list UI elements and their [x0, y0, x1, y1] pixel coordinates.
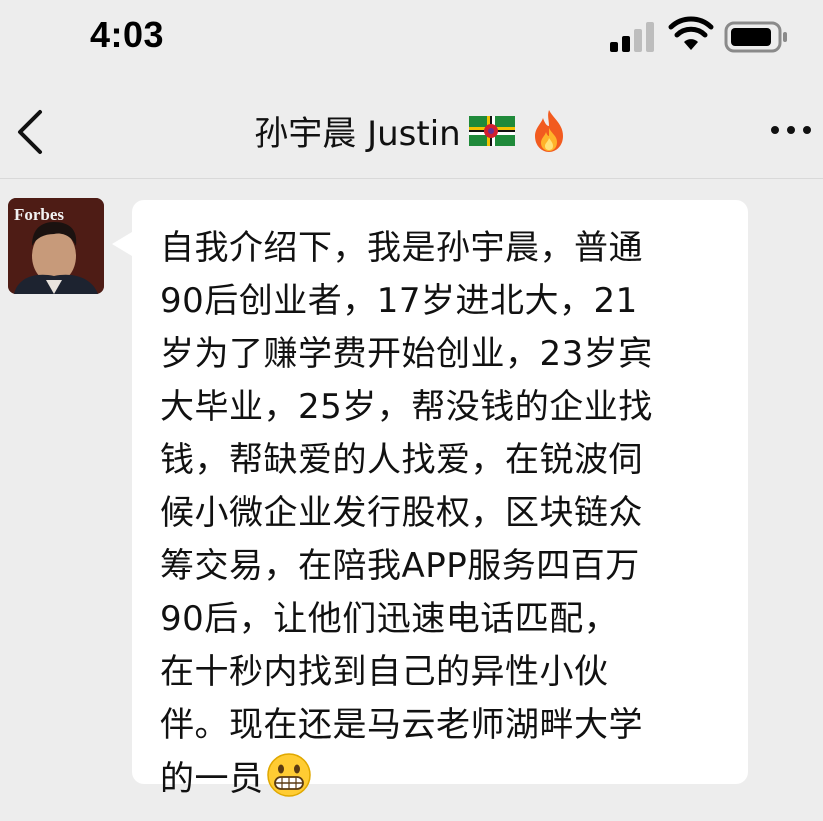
grinning-face-icon: [266, 753, 311, 797]
message-bubble[interactable]: 自我介绍下，我是孙宇晨，普通 90后创业者，17岁进北大，21 岁为了赚学费开始…: [132, 200, 748, 799]
battery-icon: [724, 21, 787, 53]
message-line: 筹交易，在陪我APP服务四百万: [160, 546, 640, 586]
message-line: 的一员: [160, 759, 264, 799]
dominica-flag-icon: [468, 115, 515, 146]
avatar[interactable]: Forbes: [8, 198, 104, 294]
status-bar: 4:03: [0, 0, 823, 80]
message-line: 90后，让他们迅速电话匹配，: [160, 599, 619, 639]
message-line: 钱，帮缺爱的人找爱，在锐波伺: [160, 440, 643, 480]
chat-header: 孙宇晨 Justin: [0, 90, 823, 174]
message-line: 伴。现在还是马云老师湖畔大学: [160, 705, 643, 745]
message-last-line: 的一员: [160, 752, 730, 806]
message-line: 大毕业，25岁，帮没钱的企业找: [160, 387, 653, 427]
message-line: 岁为了赚学费开始创业，23岁宾: [160, 334, 653, 374]
message-line: 90后创业者，17岁进北大，21: [160, 281, 638, 321]
avatar-label: Forbes: [14, 205, 64, 224]
message-text: 自我介绍下，我是孙宇晨，普通 90后创业者，17岁进北大，21 岁为了赚学费开始…: [160, 222, 730, 806]
signal-icon: [610, 22, 654, 52]
status-time: 4:03: [90, 14, 165, 55]
chat-title-text: 孙宇晨 Justin: [254, 114, 461, 154]
wifi-icon: [668, 16, 714, 50]
message-line: 自我介绍下，我是孙宇晨，普通: [160, 228, 643, 268]
message-line: 候小微企业发行股权，区块链众: [160, 493, 643, 533]
more-dots-icon[interactable]: [769, 120, 813, 140]
fire-icon: [534, 109, 563, 152]
chat-title: 孙宇晨 Justin: [0, 106, 823, 155]
message-line: 在十秒内找到自己的异性小伙: [160, 652, 609, 692]
header-divider: [0, 178, 823, 179]
bubble-tail: [112, 232, 132, 256]
